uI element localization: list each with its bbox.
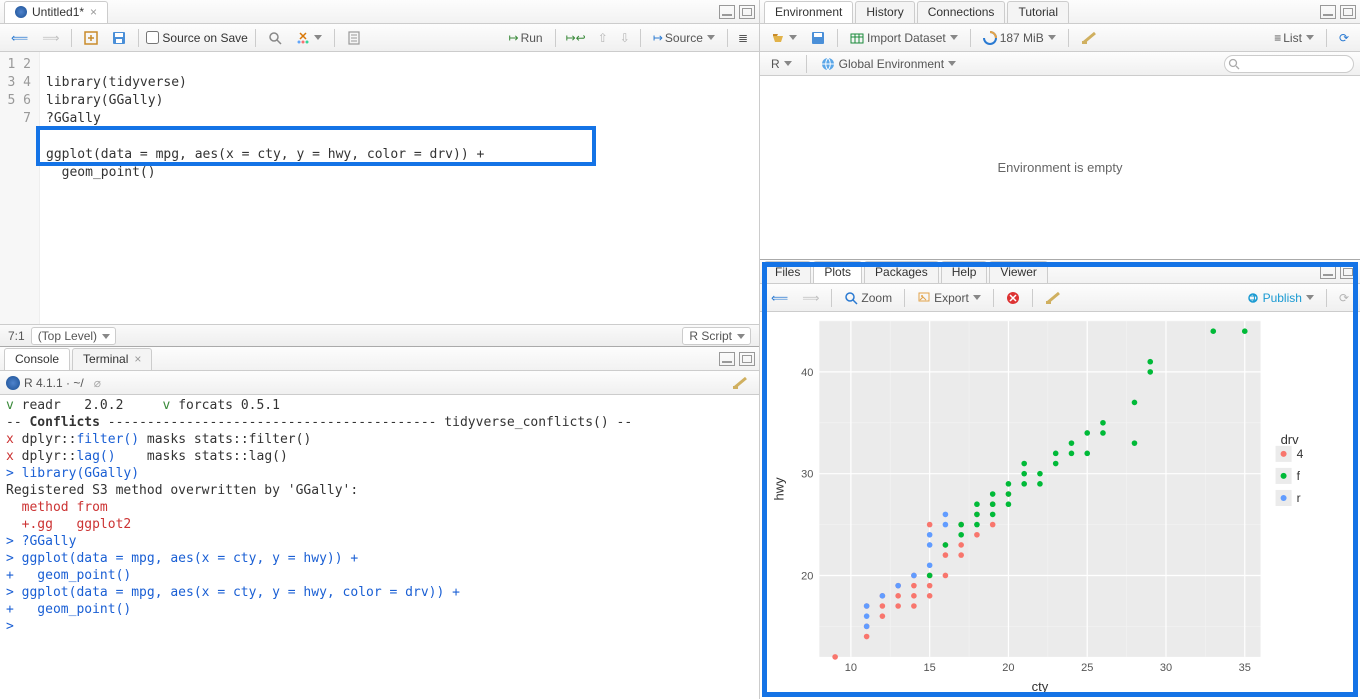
find-icon[interactable]: [263, 28, 287, 48]
minimize-icon[interactable]: [1320, 5, 1336, 19]
svg-text:20: 20: [801, 570, 813, 582]
svg-text:15: 15: [924, 662, 936, 674]
source-status-bar: 7:1 (Top Level) R Script: [0, 324, 759, 346]
maximize-icon[interactable]: [1340, 5, 1356, 19]
r-logo-icon: [6, 376, 20, 390]
console-tabbar: Console Terminal ×: [0, 347, 759, 371]
language-selector[interactable]: R Script: [682, 327, 751, 345]
svg-text:4: 4: [1297, 447, 1304, 461]
memory-usage[interactable]: 187 MiB: [978, 28, 1061, 48]
show-in-new-icon[interactable]: [79, 28, 103, 48]
maximize-icon[interactable]: [1340, 265, 1356, 279]
remove-plot-icon[interactable]: [1001, 288, 1025, 308]
tab-plots[interactable]: Plots: [813, 261, 862, 283]
console-pane: Console Terminal × R 4.1.1 · ~/ ⌀: [0, 347, 759, 699]
refresh-plot-icon[interactable]: ⟳: [1334, 288, 1354, 308]
line-gutter: 1 2 3 4 5 6 7: [0, 52, 40, 324]
back-icon[interactable]: ⟸: [6, 28, 33, 48]
env-tabbar: Environment History Connections Tutorial: [760, 0, 1360, 24]
env-toolbar: Import Dataset 187 MiB ≡ List ⟳: [760, 24, 1360, 52]
clear-objects-icon[interactable]: [1076, 28, 1102, 48]
refresh-icon[interactable]: ⟳: [1334, 28, 1354, 48]
tab-environment[interactable]: Environment: [764, 1, 853, 23]
cursor-position: 7:1: [8, 329, 25, 343]
publish-button[interactable]: Publish: [1241, 288, 1319, 308]
tab-connections[interactable]: Connections: [917, 1, 1006, 23]
view-mode-button[interactable]: ≡ List: [1269, 28, 1319, 48]
svg-text:25: 25: [1081, 662, 1093, 674]
source-button[interactable]: ↦ Source: [646, 28, 722, 48]
code-tools-icon[interactable]: [291, 28, 327, 48]
scatter-plot: 10 15 20 25 30 35 20 30 40 cty hwy drv4 fr: [764, 316, 1356, 697]
plots-pane: Files Plots Packages Help Viewer ⟸ ⟹ Zoo…: [760, 260, 1360, 699]
maximize-icon[interactable]: [739, 352, 755, 366]
svg-text:10: 10: [845, 662, 857, 674]
source-pane: Untitled1* × ⟸ ⟹: [0, 0, 759, 347]
save-workspace-icon[interactable]: [806, 28, 830, 48]
svg-text:35: 35: [1239, 662, 1251, 674]
console-toolbar: R 4.1.1 · ~/ ⌀: [0, 371, 759, 395]
load-workspace-icon[interactable]: [766, 28, 802, 48]
source-on-save-checkbox[interactable]: Source on Save: [146, 31, 247, 45]
prev-plot-icon[interactable]: ⟸: [766, 288, 793, 308]
environment-pane: Environment History Connections Tutorial: [760, 0, 1360, 260]
source-toolbar: ⟸ ⟹ Source on Save: [0, 24, 759, 52]
source-tab-untitled[interactable]: Untitled1* ×: [4, 1, 108, 23]
doc-outline-icon[interactable]: ≣: [733, 28, 753, 48]
run-button[interactable]: ↦ Run: [502, 28, 550, 48]
svg-text:cty: cty: [1032, 679, 1049, 694]
source-tabbar: Untitled1* ×: [0, 0, 759, 24]
svg-text:30: 30: [801, 469, 813, 481]
env-scope-selector[interactable]: Global Environment: [816, 54, 961, 74]
plot-canvas: 10 15 20 25 30 35 20 30 40 cty hwy drv4 fr: [760, 312, 1360, 699]
svg-text:20: 20: [1002, 662, 1014, 674]
svg-text:f: f: [1297, 469, 1301, 483]
svg-text:30: 30: [1160, 662, 1172, 674]
clear-plots-icon[interactable]: [1040, 288, 1066, 308]
zoom-button[interactable]: Zoom: [839, 288, 897, 308]
svg-text:drv: drv: [1281, 432, 1300, 447]
import-dataset-button[interactable]: Import Dataset: [845, 28, 963, 48]
env-subtoolbar: R Global Environment: [760, 52, 1360, 76]
tab-help[interactable]: Help: [941, 261, 988, 283]
tab-packages[interactable]: Packages: [864, 261, 939, 283]
source-tab-label: Untitled1*: [32, 5, 84, 19]
forward-icon[interactable]: ⟹: [37, 28, 64, 48]
console-output[interactable]: v readr 2.0.2 v forcats 0.5.1 -- Conflic…: [0, 395, 759, 699]
export-button[interactable]: Export: [912, 288, 986, 308]
plots-toolbar: ⟸ ⟹ Zoom Export: [760, 284, 1360, 312]
env-body: Environment is empty: [760, 76, 1360, 259]
plots-tabbar: Files Plots Packages Help Viewer: [760, 260, 1360, 284]
go-up-icon[interactable]: ⇧: [593, 28, 613, 48]
compile-report-icon[interactable]: [342, 28, 366, 48]
rerun-icon[interactable]: ↦↩: [561, 28, 591, 48]
go-down-icon[interactable]: ⇩: [615, 28, 635, 48]
save-icon[interactable]: [107, 28, 131, 48]
clear-console-icon[interactable]: [727, 373, 753, 393]
minimize-icon[interactable]: [719, 352, 735, 366]
svg-text:hwy: hwy: [771, 477, 786, 501]
scope-selector[interactable]: (Top Level): [31, 327, 116, 345]
code-editor[interactable]: 1 2 3 4 5 6 7 library(tidyverse) library…: [0, 52, 759, 324]
close-icon[interactable]: ×: [90, 5, 97, 19]
language-selector[interactable]: R: [766, 54, 797, 74]
next-plot-icon[interactable]: ⟹: [797, 288, 824, 308]
maximize-icon[interactable]: [739, 5, 755, 19]
tab-console[interactable]: Console: [4, 348, 70, 370]
minimize-icon[interactable]: [719, 5, 735, 19]
close-icon[interactable]: ×: [134, 352, 141, 366]
tab-viewer[interactable]: Viewer: [989, 261, 1047, 283]
tab-files[interactable]: Files: [764, 261, 811, 283]
tab-history[interactable]: History: [855, 1, 914, 23]
env-empty-label: Environment is empty: [998, 160, 1123, 175]
r-logo-icon: [15, 6, 27, 18]
tab-tutorial[interactable]: Tutorial: [1007, 1, 1069, 23]
minimize-icon[interactable]: [1320, 265, 1336, 279]
svg-text:r: r: [1297, 491, 1301, 505]
r-version-label: R 4.1.1 · ~/: [24, 376, 84, 390]
svg-text:40: 40: [801, 367, 813, 379]
tab-terminal[interactable]: Terminal ×: [72, 348, 152, 370]
env-search-input[interactable]: [1224, 55, 1354, 73]
